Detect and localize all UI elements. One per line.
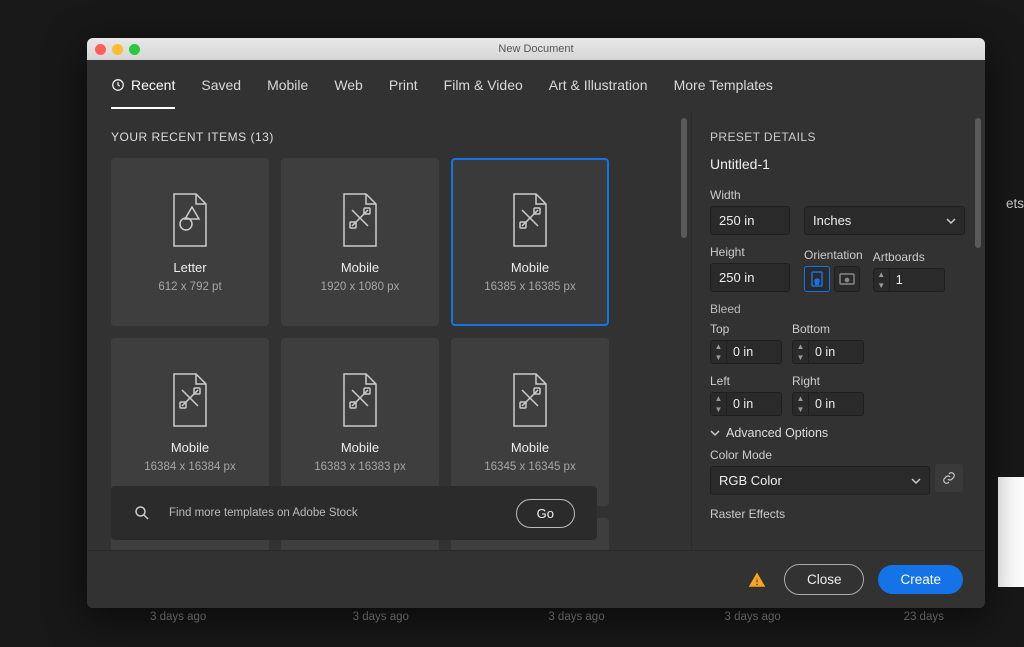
- bleed-bottom-label: Bottom: [792, 322, 864, 336]
- preset-details-header: PRESET DETAILS: [710, 130, 965, 144]
- preset-card-dimensions: 16383 x 16383 px: [314, 461, 405, 473]
- chevron-down-icon: [710, 428, 720, 438]
- presets-panel: YOUR RECENT ITEMS (13) Letter 612 x 792 p…: [87, 112, 691, 550]
- bleed-right-stepper[interactable]: ▲▼: [792, 392, 864, 416]
- preset-card-dimensions: 612 x 792 pt: [158, 281, 221, 293]
- bleed-left-stepper[interactable]: ▲▼: [710, 392, 782, 416]
- document-icon: [338, 372, 382, 428]
- stepper-up-icon[interactable]: ▲: [874, 269, 889, 280]
- warning-icon: [748, 571, 766, 589]
- preset-card[interactable]: Mobile 16383 x 16383 px: [281, 338, 439, 506]
- clock-icon: [111, 78, 125, 92]
- scrollbar[interactable]: [681, 112, 687, 550]
- preset-card-name: Mobile: [341, 440, 379, 455]
- color-mode-label: Color Mode: [710, 448, 965, 462]
- stepper-down-icon[interactable]: ▼: [874, 280, 889, 291]
- tab-web[interactable]: Web: [334, 77, 363, 109]
- preset-card-name: Mobile: [341, 260, 379, 275]
- document-name-input[interactable]: [710, 154, 965, 174]
- preset-card-name: Letter: [173, 260, 206, 275]
- raster-effects-label: Raster Effects: [710, 507, 965, 521]
- search-icon: [133, 504, 151, 522]
- bleed-left-label: Left: [710, 374, 782, 388]
- tab-art-illustration[interactable]: Art & Illustration: [549, 77, 648, 109]
- tab-print[interactable]: Print: [389, 77, 418, 109]
- category-tabs: Recent Saved Mobile Web Print Film & Video Art…: [87, 60, 985, 112]
- artboards-stepper[interactable]: ▲▼: [873, 268, 945, 292]
- color-mode-select[interactable]: RGB Color: [710, 466, 930, 495]
- link-icon: [942, 471, 956, 485]
- orientation-portrait-button[interactable]: [804, 266, 830, 292]
- document-icon: [508, 372, 552, 428]
- width-input[interactable]: [710, 206, 790, 235]
- dialog-footer: Close Create: [87, 550, 985, 608]
- preset-card-name: Mobile: [511, 440, 549, 455]
- preset-details-panel: PRESET DETAILS Width Inches Height: [691, 112, 985, 550]
- document-icon: [338, 192, 382, 248]
- tab-film-video[interactable]: Film & Video: [444, 77, 523, 109]
- tab-saved[interactable]: Saved: [201, 77, 241, 109]
- close-button[interactable]: Close: [784, 564, 865, 595]
- new-document-dialog: New Document Recent Saved Mobile Web Print Fi…: [87, 38, 985, 608]
- preset-card[interactable]: Mobile 16384 x 16384 px: [111, 338, 269, 506]
- bleed-bottom-stepper[interactable]: ▲▼: [792, 340, 864, 364]
- preset-card[interactable]: Letter 612 x 792 pt: [111, 158, 269, 326]
- width-label: Width: [710, 188, 794, 202]
- go-button[interactable]: Go: [516, 499, 575, 528]
- bleed-label: Bleed: [710, 302, 965, 316]
- bleed-top-label: Top: [710, 322, 782, 336]
- units-select[interactable]: Inches: [804, 206, 965, 235]
- preset-card-dimensions: 16385 x 16385 px: [484, 281, 575, 293]
- recent-items-header: YOUR RECENT ITEMS (13): [111, 130, 675, 144]
- advanced-options-toggle[interactable]: Advanced Options: [710, 426, 965, 440]
- preset-card-name: Mobile: [171, 440, 209, 455]
- bleed-right-label: Right: [792, 374, 864, 388]
- scrollbar[interactable]: [975, 118, 981, 248]
- preset-card-dimensions: 16384 x 16384 px: [144, 461, 235, 473]
- chevron-down-icon: [911, 476, 921, 486]
- height-input[interactable]: [710, 263, 790, 292]
- titlebar: New Document: [87, 38, 985, 60]
- bg-thumbnail: [998, 477, 1024, 587]
- bleed-top-stepper[interactable]: ▲▼: [710, 340, 782, 364]
- chevron-down-icon: [946, 216, 956, 226]
- preset-card[interactable]: Mobile 16385 x 16385 px: [451, 158, 609, 326]
- document-icon: [508, 192, 552, 248]
- artboards-label: Artboards: [873, 250, 945, 264]
- height-label: Height: [710, 245, 794, 259]
- bg-partial-label: ets: [1006, 196, 1024, 211]
- tab-mobile[interactable]: Mobile: [267, 77, 308, 109]
- preset-card-dimensions: 16345 x 16345 px: [484, 461, 575, 473]
- preset-card[interactable]: Mobile 1920 x 1080 px: [281, 158, 439, 326]
- adobe-stock-bar: Find more templates on Adobe Stock Go: [111, 486, 597, 540]
- document-icon: [168, 192, 212, 248]
- preset-card-name: Mobile: [511, 260, 549, 275]
- stock-search-placeholder[interactable]: Find more templates on Adobe Stock: [169, 507, 498, 519]
- preset-card[interactable]: Mobile 16345 x 16345 px: [451, 338, 609, 506]
- tab-more-templates[interactable]: More Templates: [674, 77, 773, 109]
- document-icon: [168, 372, 212, 428]
- tab-recent[interactable]: Recent: [111, 77, 175, 109]
- orientation-landscape-button[interactable]: [834, 266, 860, 292]
- preset-card-dimensions: 1920 x 1080 px: [321, 281, 400, 293]
- link-bleed-button[interactable]: [935, 464, 963, 492]
- artboards-input[interactable]: [889, 268, 945, 292]
- window-title: New Document: [87, 43, 985, 55]
- orientation-label: Orientation: [804, 248, 863, 262]
- create-button[interactable]: Create: [878, 565, 963, 594]
